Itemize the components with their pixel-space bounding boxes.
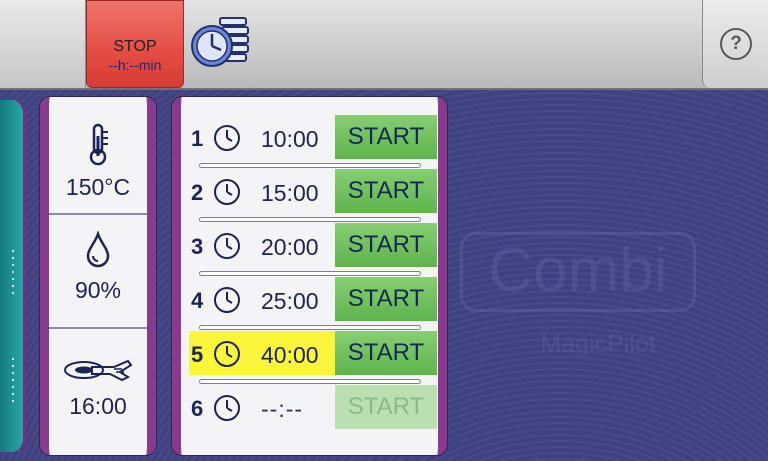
start-button[interactable]: START — [335, 331, 437, 375]
clock-icon — [214, 179, 240, 205]
step-divider — [199, 379, 421, 384]
humidity-value: 90% — [74, 277, 122, 303]
core-time-value: 16:00 — [69, 393, 127, 419]
step-time: 25:00 — [261, 288, 319, 314]
grip-dots-top — [12, 250, 14, 294]
thermometer-icon — [89, 123, 108, 166]
watermark-logo: Combi — [460, 232, 696, 312]
core-temp-param[interactable]: 16:00 — [49, 331, 147, 453]
clock-icon — [214, 125, 240, 151]
core-probe-icon — [64, 359, 133, 382]
clock-icon — [214, 341, 240, 367]
step-number: 1 — [191, 126, 204, 151]
step-row[interactable]: 4 25:00 START — [181, 277, 438, 331]
clock-stack-icon[interactable] — [190, 12, 252, 74]
stop-button-label: STOP — [113, 38, 157, 55]
clock-icon — [214, 395, 240, 421]
step-divider — [199, 325, 421, 330]
grip-dots-bottom — [12, 358, 14, 402]
step-time: 20:00 — [261, 234, 319, 260]
help-button[interactable]: ? — [702, 0, 768, 88]
humidity-param[interactable]: 90% — [49, 217, 147, 329]
step-time: 40:00 — [261, 342, 319, 368]
step-divider — [199, 217, 421, 222]
step-time: --:-- — [261, 396, 304, 422]
step-number: 6 — [191, 396, 204, 421]
step-number: 3 — [191, 234, 204, 259]
program-steps-panel: 1 10:00 START 2 15:00 START 3 20:00 STAR… — [172, 97, 447, 455]
humidity-drop-icon — [86, 231, 110, 268]
toolbar-left-button[interactable] — [0, 0, 86, 88]
step-divider — [199, 271, 421, 276]
step-row[interactable]: 2 15:00 START — [181, 169, 438, 223]
step-row[interactable]: 1 10:00 START — [181, 115, 438, 169]
stop-button[interactable]: STOP --h:--min — [86, 0, 184, 88]
step-divider — [199, 163, 421, 168]
step-row-active[interactable]: 5 40:00 START — [181, 331, 438, 385]
temperature-param[interactable]: 150°C — [49, 97, 147, 215]
step-time: 10:00 — [261, 126, 319, 152]
temperature-value: 150°C — [65, 174, 131, 200]
step-number: 5 — [191, 342, 204, 367]
step-number: 4 — [191, 288, 204, 313]
clock-icon — [214, 287, 240, 313]
step-row[interactable]: 3 20:00 START — [181, 223, 438, 277]
start-button[interactable]: START — [335, 277, 437, 321]
step-row-empty[interactable]: 6 --:-- START — [181, 385, 438, 439]
step-number: 2 — [191, 180, 204, 205]
remaining-time-readout: --h:--min — [108, 57, 162, 73]
step-time: 15:00 — [261, 180, 319, 206]
help-icon: ? — [720, 28, 752, 60]
cooking-parameters-panel: 150°C 90% 16:00 — [40, 97, 156, 455]
start-button-disabled: START — [335, 385, 437, 429]
start-button[interactable]: START — [335, 169, 437, 213]
start-button[interactable]: START — [335, 223, 437, 267]
top-toolbar: STOP --h:--min ? — [0, 0, 768, 90]
watermark-subtitle: MagicPilot — [540, 330, 656, 358]
clock-icon — [214, 233, 240, 259]
side-drawer-tab[interactable] — [0, 100, 26, 452]
start-button[interactable]: START — [335, 115, 437, 159]
